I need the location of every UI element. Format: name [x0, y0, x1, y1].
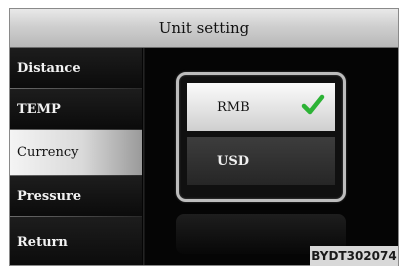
panel-divider [143, 48, 145, 265]
currency-options-panel: RMB USD [176, 72, 346, 202]
sidebar-item-label: Distance [17, 60, 81, 76]
sidebar-item-pressure[interactable]: Pressure [10, 176, 142, 216]
sidebar-item-label: TEMP [17, 101, 61, 117]
sidebar-item-currency[interactable]: Currency [10, 130, 142, 175]
sidebar-item-label: Pressure [17, 188, 82, 204]
option-rmb[interactable]: RMB [187, 83, 335, 131]
check-icon [301, 93, 325, 117]
sidebar-item-temp[interactable]: TEMP [10, 89, 142, 129]
image-code-label: BYDT302074 [310, 246, 398, 266]
option-label: RMB [217, 99, 250, 115]
sidebar-item-distance[interactable]: Distance [10, 48, 142, 88]
sidebar-item-label: Currency [17, 145, 79, 160]
sidebar-item-label: Return [17, 234, 68, 250]
option-usd[interactable]: USD [187, 137, 335, 185]
option-label: USD [217, 153, 249, 169]
sidebar-item-return[interactable]: Return [10, 217, 142, 265]
sidebar: Distance TEMP Currency Pressure Return [10, 48, 142, 265]
page-title: Unit setting [10, 9, 398, 48]
